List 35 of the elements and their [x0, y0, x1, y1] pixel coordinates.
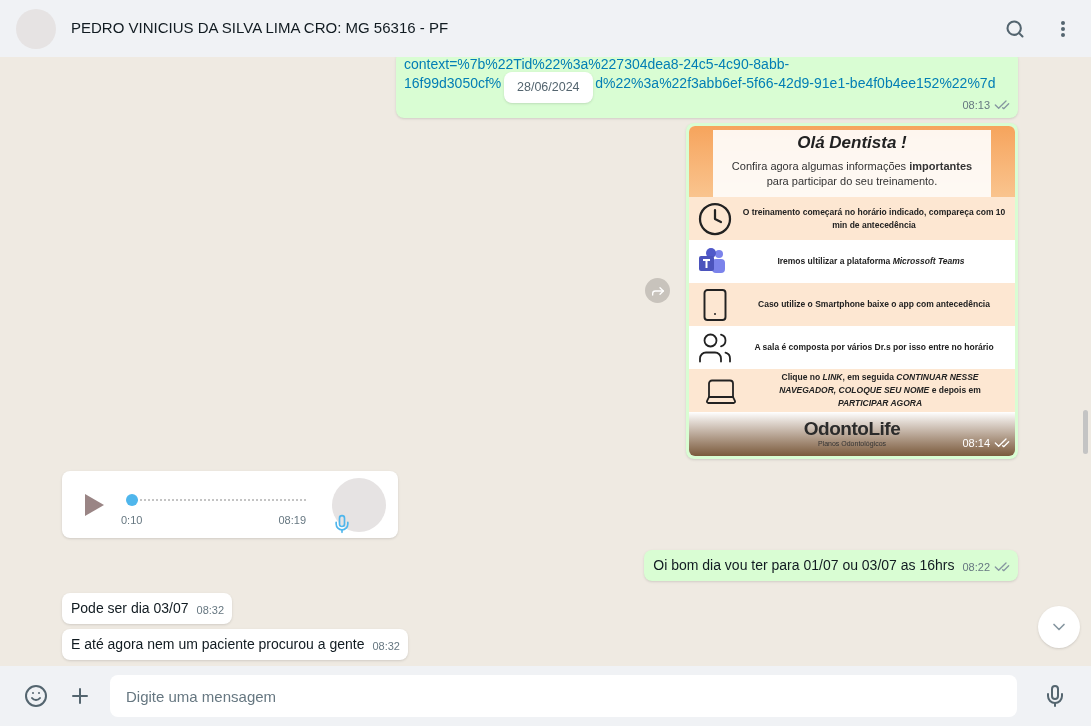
flyer-row-text: O treinamento começará no horário indicado, compareça com 10 min de antecedência	[741, 205, 1007, 232]
flyer-row-text: Iremos ultilizar a plataforma Microssoft Teams	[776, 255, 966, 268]
emoji-icon	[24, 684, 48, 708]
message-text: Oi bom dia vou ter para 01/07 ou 03/07 as 16hrs	[653, 556, 955, 575]
message-time: 08:19	[278, 513, 306, 529]
play-button[interactable]	[82, 492, 106, 517]
link-text[interactable]: d%22%3a%22f3abb6ef-5f66-42d9-91e1-be4f0b4ee152%22%7d	[595, 74, 996, 93]
message-text: Pode ser dia 03/07	[71, 599, 189, 618]
flyer-row-text: Clique no LINK, em seguida CONTINUAR NESSE NAVEGADOR, COLOQUE SEU NOME e depois em PARTICIPAR AGORA	[778, 371, 982, 410]
message-time: 08:22	[962, 559, 990, 575]
message-time: 08:32	[372, 638, 400, 654]
link-text[interactable]: 16f99d3050cf%	[404, 74, 502, 93]
message-time: 08:13	[962, 98, 990, 113]
emoji-button[interactable]	[22, 682, 50, 710]
audio-duration: 0:10	[121, 513, 143, 529]
contact-name[interactable]: PEDRO VINICIUS DA SILVA LIMA CRO: MG 56316 - PF	[71, 17, 449, 40]
clock-icon	[697, 200, 733, 237]
date-label: 28/06/2024	[504, 72, 593, 103]
flyer-row-text: A sala é composta por vários Dr.s por isso entre no horário	[753, 341, 995, 354]
flyer-title: Olá Dentista !	[797, 131, 907, 154]
menu-icon	[1061, 20, 1065, 37]
flyer-row-text: Caso utilize o Smartphone baixe o app com antecedência	[757, 298, 991, 311]
search-icon	[1005, 18, 1025, 39]
link-text[interactable]: context=%7b%22Tid%22%3a%227304dea8-24c5-4c90-8abb-	[404, 57, 1010, 74]
message-time: 08:14	[962, 435, 990, 451]
sender-avatar	[332, 477, 386, 532]
brand-logo-text: OdontoLife	[803, 418, 901, 439]
message-input[interactable]: Digite uma mensagem	[110, 675, 1017, 717]
flyer-intro: Confira agora algumas informações importantes para participar do seu treinamento.	[730, 159, 974, 189]
audio-track[interactable]	[126, 494, 306, 507]
audio-thumb[interactable]	[126, 494, 138, 507]
scrollbar-thumb[interactable]	[1083, 410, 1088, 454]
play-icon	[84, 493, 104, 516]
message-text: E até agora nem um paciente procurou a gente	[71, 635, 365, 654]
message-time: 08:32	[196, 602, 225, 618]
